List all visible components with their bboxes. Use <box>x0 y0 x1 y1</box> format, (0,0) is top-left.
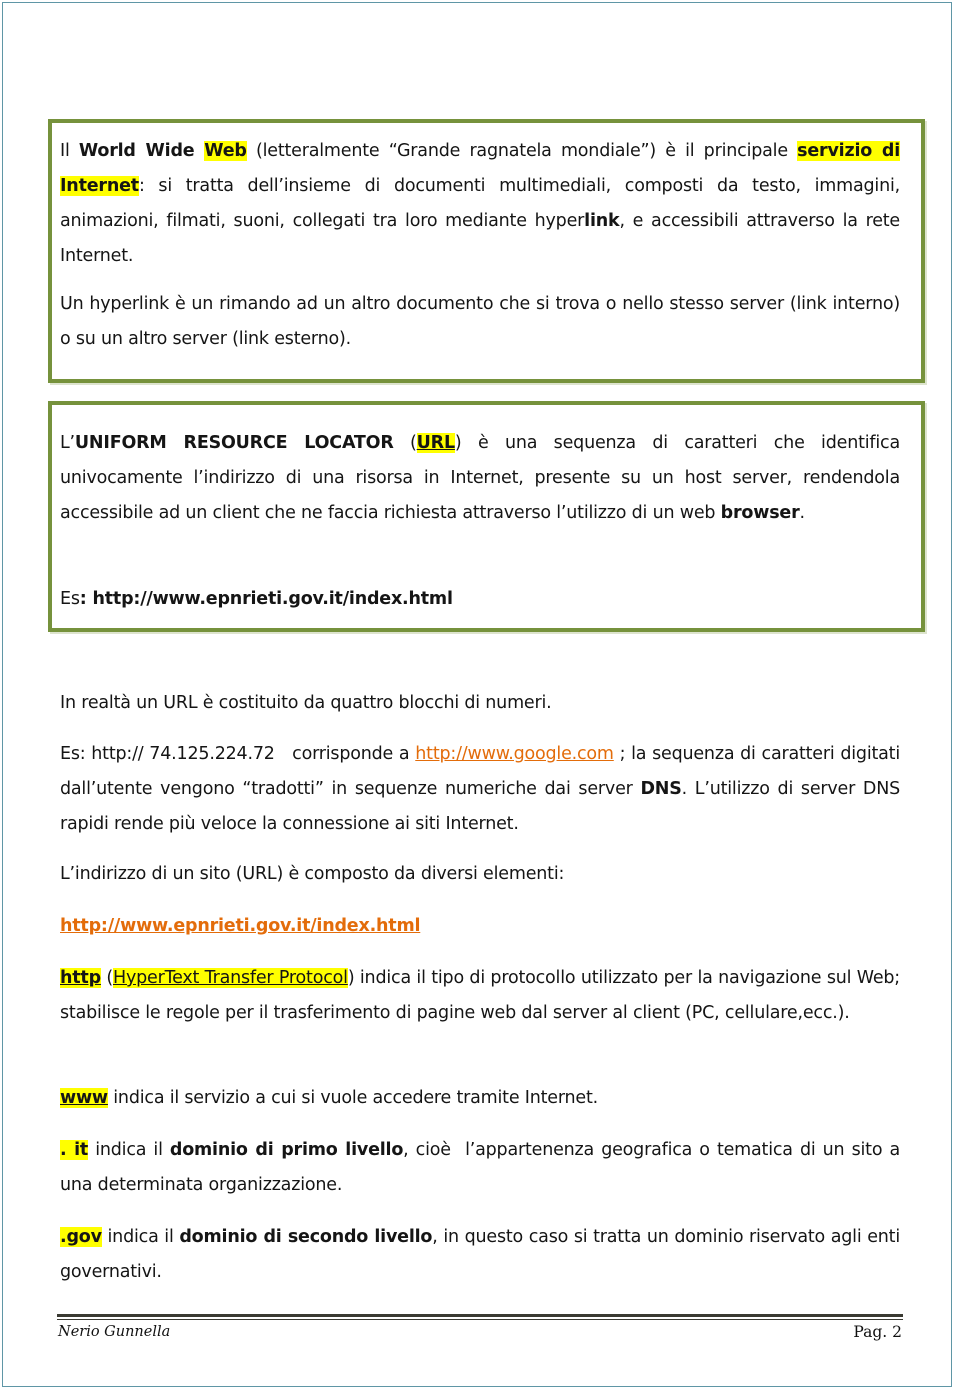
hyperlink-definition-paragraph: Un hyperlink è un rimando ad un altro do… <box>60 294 900 349</box>
text-run: L’ <box>60 433 75 453</box>
term-hypertext-transfer-protocol-highlight: HyperText Transfer Protocol <box>113 968 348 988</box>
gov-domain-paragraph: .gov indica il dominio di secondo livell… <box>60 1220 900 1290</box>
it-domain-paragraph: . it indica il dominio di primo livello,… <box>60 1133 900 1203</box>
example-url: http://www.epnrieti.gov.it/index.html <box>92 589 453 609</box>
text-run: (letteralmente “Grande ragnatela mondial… <box>246 141 798 161</box>
google-link[interactable]: http://www.google.com <box>415 744 614 764</box>
term-dominio-primo-livello: dominio di primo livello <box>169 1140 404 1160</box>
term-dns: DNS <box>640 779 682 799</box>
www-paragraph: www indica il servizio a cui si vuole ac… <box>60 1081 900 1116</box>
term-gov-highlight: .gov <box>60 1227 102 1247</box>
www-definition-paragraph: Il World Wide Web (letteralmente “Grande… <box>60 134 900 274</box>
ip-example-paragraph: Es: http:// 74.125.224.72 corrisponde a … <box>60 737 900 842</box>
term-world-wide: World Wide <box>78 141 205 161</box>
url-numbers-paragraph: In realtà un URL è costituito da quattro… <box>60 693 552 713</box>
text-run: Il <box>60 141 79 161</box>
term-it-highlight: . it <box>60 1140 89 1160</box>
footer-rule-thin <box>57 1319 903 1320</box>
text-run: ( <box>393 433 417 453</box>
url-example: Es: http://www.epnrieti.gov.it/index.htm… <box>60 582 900 617</box>
url-composition-paragraph: L’indirizzo di un sito (URL) è composto … <box>60 864 565 884</box>
http-paragraph: http (HyperText Transfer Protocol) indic… <box>60 961 900 1031</box>
footer-page-number: Pag. 2 <box>853 1323 902 1341</box>
term-http-highlight: http <box>60 968 101 988</box>
term-url-highlight: URL <box>416 433 455 453</box>
term-dominio-secondo-livello: dominio di secondo livello <box>179 1227 433 1247</box>
url-definition-paragraph: L’UNIFORM RESOURCE LOCATOR (URL) è una s… <box>60 426 900 531</box>
example-colon: : <box>79 589 93 609</box>
text-run: Es: http:// 74.125.224.72 corrisponde a <box>60 744 416 764</box>
footer-author: Nerio Gunnella <box>58 1324 171 1340</box>
url-link-paragraph: http://www.epnrieti.gov.it/index.html <box>60 909 900 944</box>
term-uniform-resource-locator: UNIFORM RESOURCE LOCATOR <box>74 433 394 453</box>
epnrieti-link[interactable]: http://www.epnrieti.gov.it/index.html <box>60 916 420 936</box>
term-link: link <box>584 211 620 231</box>
text-run: indica il <box>88 1140 170 1160</box>
term-browser: browser <box>720 503 800 523</box>
text-run: indica il <box>101 1227 180 1247</box>
term-web-highlight: Web <box>204 141 247 161</box>
example-prefix: Es <box>60 589 80 609</box>
text-run: ( <box>100 968 114 988</box>
footer-rule-thick <box>57 1314 903 1317</box>
text-run: . <box>799 503 806 523</box>
text-run: indica il servizio a cui si vuole accede… <box>107 1088 598 1108</box>
term-www-highlight: www <box>60 1088 108 1108</box>
